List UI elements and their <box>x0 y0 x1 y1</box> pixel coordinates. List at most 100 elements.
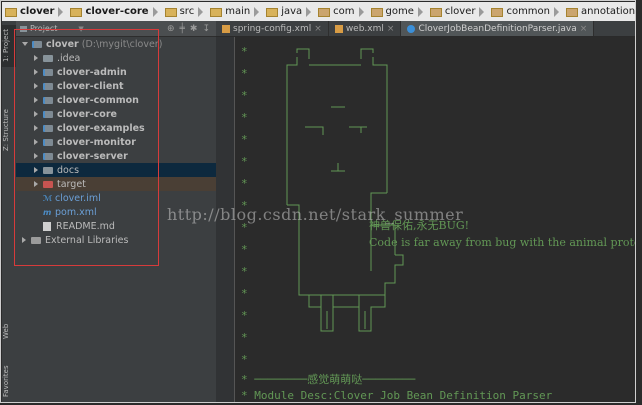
tree-item[interactable]: m pom.xml <box>16 205 216 219</box>
breadcrumb-label: annotation <box>581 6 636 17</box>
chevron-right-icon[interactable] <box>34 55 38 61</box>
tree-item[interactable]: ℳclover.iml <box>16 191 216 205</box>
chevron-right-icon[interactable] <box>34 125 38 131</box>
editor-tab[interactable]: web.xml × <box>329 21 402 36</box>
tree-item[interactable]: clover-client <box>16 79 216 93</box>
tree-item-label: docs <box>57 164 80 176</box>
chevron-right-icon[interactable] <box>22 237 26 243</box>
project-tool-tab[interactable]: 1: Project <box>2 25 16 67</box>
tree-item[interactable]: clover (D:\mygit\clover) <box>16 37 216 51</box>
tree-item[interactable]: clover-core <box>16 107 216 121</box>
xml-file-icon <box>334 24 343 33</box>
module-icon <box>32 40 42 48</box>
tree-item-label: clover-server <box>57 150 128 162</box>
editor-tab-bar: spring-config.xml × web.xml × CloverJobBeanD… <box>216 21 635 37</box>
tree-item[interactable]: target <box>16 177 216 191</box>
breadcrumb-item[interactable]: annotation <box>563 2 636 21</box>
tree-item[interactable]: README.md <box>16 219 216 233</box>
chevron-right-icon <box>306 6 312 17</box>
tree-item[interactable]: clover-admin <box>16 65 216 79</box>
editor-tab-label: CloverJobBeanDefinitionParser.java <box>418 23 577 34</box>
structure-tool-tab[interactable]: Z: Structure <box>2 103 16 157</box>
favorites-tool-tab[interactable]: Favorites <box>2 361 16 401</box>
close-icon[interactable]: × <box>387 24 395 34</box>
folder-icon <box>266 8 279 17</box>
chevron-right-icon[interactable] <box>34 83 38 89</box>
tree-item-label: External Libraries <box>45 234 129 246</box>
gear-icon[interactable]: ✱ <box>190 24 198 34</box>
breadcrumb-item[interactable]: clover <box>427 2 489 21</box>
comment-star: * <box>241 45 248 58</box>
breadcrumb-item[interactable]: gome <box>368 2 427 21</box>
editor-tab-label: spring-config.xml <box>233 23 312 34</box>
comment-star: * <box>241 111 248 124</box>
tree-item-label: clover-examples <box>57 122 145 134</box>
tree-item[interactable]: .idea <box>16 51 216 65</box>
module-icon <box>43 152 53 160</box>
module-icon <box>43 68 53 76</box>
editor-tab[interactable]: spring-config.xml × <box>216 21 329 36</box>
tree-item-label: clover <box>46 38 79 50</box>
chevron-right-icon[interactable] <box>34 181 38 187</box>
folder-icon <box>210 8 223 17</box>
breadcrumb-label: gome <box>385 6 414 17</box>
tree-item[interactable]: clover-monitor <box>16 135 216 149</box>
hide-panel-icon[interactable]: ↧ <box>202 24 210 34</box>
close-icon[interactable]: × <box>314 24 322 34</box>
tree-item[interactable]: clover-examples <box>16 121 216 135</box>
tree-item[interactable]: clover-common <box>16 93 216 107</box>
breadcrumb-label: java <box>281 6 303 17</box>
chevron-right-icon[interactable] <box>34 139 38 145</box>
folder-icon <box>5 8 17 17</box>
chevron-right-icon <box>554 6 560 17</box>
package-icon <box>370 8 383 17</box>
breadcrumb-item[interactable]: clover <box>2 2 67 21</box>
tree-item-label: clover-monitor <box>57 136 136 148</box>
tree-item[interactable]: clover-server <box>16 149 216 163</box>
folder-icon <box>43 166 53 174</box>
chevron-down-icon[interactable] <box>22 42 28 46</box>
chevron-right-icon <box>152 6 158 17</box>
breadcrumb-item[interactable]: java <box>263 2 315 21</box>
tree-item-label: clover-core <box>57 108 117 120</box>
project-folder-icon <box>20 25 27 32</box>
tree-item[interactable]: docs <box>16 163 216 177</box>
sync-icon[interactable]: ⊕ <box>167 24 175 34</box>
tree-item-label: clover-common <box>57 94 139 106</box>
blessing-comment: 神兽保佑,永无BUG! <box>369 219 470 232</box>
web-tool-tab[interactable]: Web <box>2 321 16 341</box>
module-desc-comment: * Module Desc:Clover Job Bean Definition… <box>241 389 553 402</box>
breadcrumb-label: src <box>179 6 195 17</box>
module-icon <box>43 124 53 132</box>
editor-tab-label: web.xml <box>345 23 384 34</box>
editor-tab[interactable]: CloverJobBeanDefinitionParser.java × <box>401 21 595 36</box>
tool-window-strip: 1: Project Z: Structure Web Favorites <box>2 21 17 402</box>
comment-star: * <box>241 353 248 366</box>
comment-star: * <box>241 287 248 300</box>
breadcrumb-item[interactable]: src <box>162 2 208 21</box>
chevron-right-icon[interactable] <box>34 69 38 75</box>
divider-comment: * ────────感觉萌萌哒──────── <box>241 373 416 386</box>
chevron-right-icon[interactable] <box>34 111 38 117</box>
project-view-selector[interactable]: Project ▼ <box>20 24 84 33</box>
comment-star: * <box>241 177 248 190</box>
comment-star: * <box>241 243 248 256</box>
tree-item-label: clover-admin <box>57 66 127 78</box>
breadcrumb-item[interactable]: main <box>207 2 263 21</box>
breadcrumb-item[interactable]: common <box>488 2 563 21</box>
package-icon <box>491 8 504 17</box>
breadcrumb: clover clover-core src main java com gome clove… <box>2 2 636 22</box>
module-icon <box>43 96 53 104</box>
comment-star: * <box>241 67 248 80</box>
tree-item[interactable]: External Libraries <box>16 233 216 247</box>
chevron-right-icon[interactable] <box>34 167 38 173</box>
breadcrumb-item[interactable]: com <box>315 2 367 21</box>
breadcrumb-item[interactable]: clover-core <box>67 2 161 21</box>
package-icon <box>429 8 442 17</box>
chevron-right-icon[interactable] <box>34 97 38 103</box>
code-editor[interactable]: 神兽保佑,永无BUG! Code is far away from bug wi… <box>235 37 635 402</box>
close-icon[interactable]: × <box>580 24 588 34</box>
split-icon[interactable]: ╪ <box>179 24 184 34</box>
chevron-right-icon[interactable] <box>34 153 38 159</box>
tree-item-label: README.md <box>56 220 115 232</box>
